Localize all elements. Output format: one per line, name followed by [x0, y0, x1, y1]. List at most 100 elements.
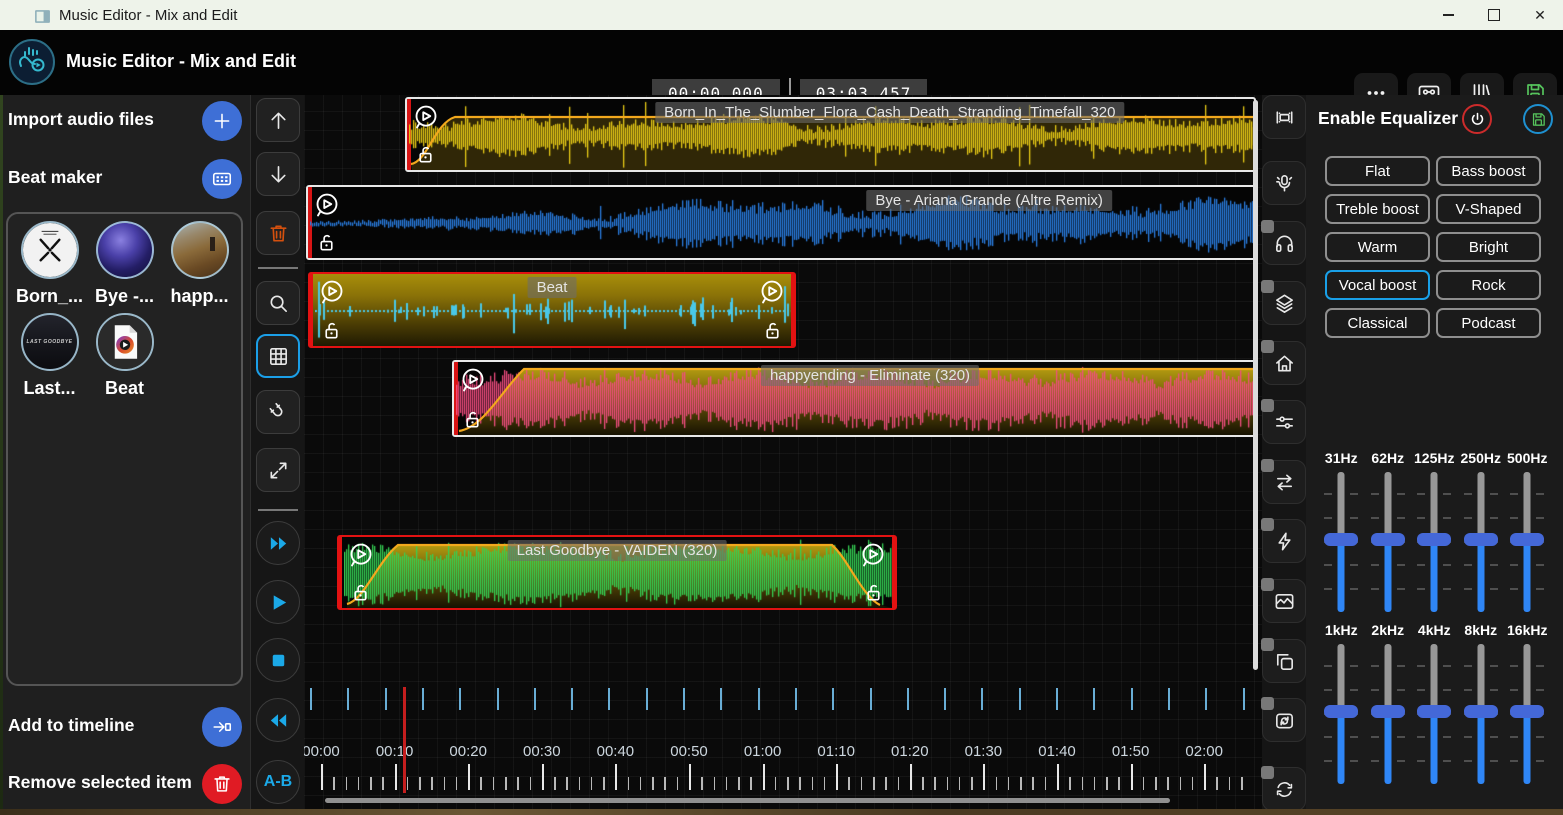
playhead[interactable] [403, 687, 406, 793]
cue-tick [795, 688, 797, 710]
move-down-button[interactable] [256, 152, 300, 196]
clip-play-badge[interactable] [312, 191, 342, 221]
audio-clip-beat[interactable]: Beat [308, 272, 796, 348]
eq-band-label: 62Hz [1371, 450, 1404, 470]
clip-lock-badge[interactable] [349, 581, 372, 604]
move-up-button[interactable] [256, 98, 300, 142]
delete-clip-button[interactable] [256, 211, 300, 255]
duplicate-button[interactable] [1262, 639, 1306, 683]
horizontal-scrollbar[interactable] [325, 798, 1170, 803]
eq-slider-500hz[interactable] [1507, 472, 1547, 612]
slider-thumb[interactable] [1510, 705, 1544, 718]
preset-bright[interactable]: Bright [1436, 232, 1541, 262]
window-controls: ✕ [1425, 0, 1563, 30]
clip-play-badge-right[interactable] [757, 278, 787, 308]
slider-tick [1397, 665, 1405, 667]
eq-slider-250hz[interactable] [1461, 472, 1501, 612]
eq-slider-16khz[interactable] [1507, 644, 1547, 784]
maximize-button[interactable] [1471, 0, 1517, 30]
clip-play-badge[interactable] [458, 366, 488, 396]
clip-play-badge[interactable] [317, 278, 347, 308]
snap-grid-button[interactable] [256, 334, 300, 378]
ruler-major-tick [542, 764, 544, 790]
voice-effects-button[interactable] [1262, 161, 1306, 205]
capture-button[interactable] [1262, 698, 1306, 742]
clip-lock-badge[interactable] [461, 408, 484, 431]
clip-lock-badge-right[interactable] [761, 319, 784, 342]
preset-rock[interactable]: Rock [1436, 270, 1541, 300]
mixer-button[interactable] [1262, 400, 1306, 444]
preset-warm[interactable]: Warm [1325, 232, 1430, 262]
slider-track-lower [1477, 539, 1484, 612]
eq-slider-125hz[interactable] [1414, 472, 1454, 612]
monitor-button[interactable] [1262, 221, 1306, 265]
file-item-bye[interactable]: Bye -... [87, 221, 162, 307]
clip-lock-badge[interactable] [315, 231, 338, 254]
home-button[interactable] [1262, 341, 1306, 385]
eq-slider-4khz[interactable] [1414, 644, 1454, 784]
file-item-happ[interactable]: happ... [162, 221, 237, 307]
eq-slider-2khz[interactable] [1368, 644, 1408, 784]
clip-lock-badge[interactable] [320, 319, 343, 342]
waveform [310, 189, 1256, 258]
slider-thumb[interactable] [1464, 533, 1498, 546]
add-to-timeline-button[interactable] [202, 707, 242, 747]
eq-slider-1khz[interactable] [1321, 644, 1361, 784]
fast-forward-button[interactable] [256, 521, 300, 565]
play-button[interactable] [256, 580, 300, 624]
import-audio-button[interactable] [202, 101, 242, 141]
preset-classical[interactable]: Classical [1325, 308, 1430, 338]
slider-track-lower [1338, 711, 1345, 784]
eq-slider-8khz[interactable] [1461, 644, 1501, 784]
snapshot-button[interactable] [1262, 579, 1306, 623]
slider-thumb[interactable] [1417, 705, 1451, 718]
clip-play-badge[interactable] [411, 103, 441, 133]
file-item-beat[interactable]: Beat [87, 313, 162, 399]
slider-thumb[interactable] [1324, 705, 1358, 718]
effects-button[interactable] [1262, 519, 1306, 563]
expand-button[interactable] [256, 448, 300, 492]
audio-clip-born-in-the-slumber-flora-cash[interactable]: Born_In_The_Slumber_Flora_Cash_Death_Str… [405, 97, 1256, 172]
clip-lock-badge[interactable] [414, 143, 437, 166]
slider-thumb[interactable] [1510, 533, 1544, 546]
preset-bass-boost[interactable]: Bass boost [1436, 156, 1541, 186]
clip-play-badge[interactable] [346, 541, 376, 571]
audio-clip-last-goodbye-vaiden-320[interactable]: Last Goodbye - VAIDEN (320) [337, 535, 897, 610]
stop-button[interactable] [256, 638, 300, 682]
preset-v-shaped[interactable]: V-Shaped [1436, 194, 1541, 224]
eq-slider-62hz[interactable] [1368, 472, 1408, 612]
layers-button[interactable] [1262, 281, 1306, 325]
remove-item-button[interactable] [202, 764, 242, 804]
vertical-scrollbar[interactable] [1253, 100, 1258, 670]
slider-thumb[interactable] [1371, 705, 1405, 718]
minimize-button[interactable] [1425, 0, 1471, 30]
preset-flat[interactable]: Flat [1325, 156, 1430, 186]
swap-button[interactable] [1262, 460, 1306, 504]
beat-maker-button[interactable] [202, 159, 242, 199]
equalizer-save-button[interactable] [1523, 104, 1553, 134]
trim-button[interactable] [1262, 95, 1306, 139]
slider-thumb[interactable] [1324, 533, 1358, 546]
close-button[interactable]: ✕ [1517, 0, 1563, 30]
file-item-last[interactable]: LAST GOODBYELast... [12, 313, 87, 399]
desktop-edge-left [0, 95, 3, 809]
slider-thumb[interactable] [1464, 705, 1498, 718]
ab-loop-button[interactable]: A-B [256, 760, 300, 804]
clip-lock-badge-right[interactable] [862, 581, 885, 604]
magnet-button[interactable] [256, 390, 300, 434]
zoom-search-button[interactable] [256, 281, 300, 325]
reset-button[interactable] [1262, 767, 1306, 811]
clip-play-badge-right[interactable] [858, 541, 888, 571]
slider-thumb[interactable] [1371, 533, 1405, 546]
preset-vocal-boost[interactable]: Vocal boost [1325, 270, 1430, 300]
audio-clip-bye-ariana-grande-altre-remix[interactable]: Bye - Ariana Grande (Altre Remix) [306, 185, 1256, 260]
preset-podcast[interactable]: Podcast [1436, 308, 1541, 338]
clip-title: Beat [528, 277, 577, 298]
rewind-button[interactable] [256, 698, 300, 742]
eq-slider-31hz[interactable] [1321, 472, 1361, 612]
file-item-born[interactable]: Born_... [12, 221, 87, 307]
equalizer-power-button[interactable] [1462, 104, 1492, 134]
slider-thumb[interactable] [1417, 533, 1451, 546]
preset-treble-boost[interactable]: Treble boost [1325, 194, 1430, 224]
audio-clip-happyending-eliminate-320[interactable]: happyending - Eliminate (320) [452, 360, 1256, 437]
